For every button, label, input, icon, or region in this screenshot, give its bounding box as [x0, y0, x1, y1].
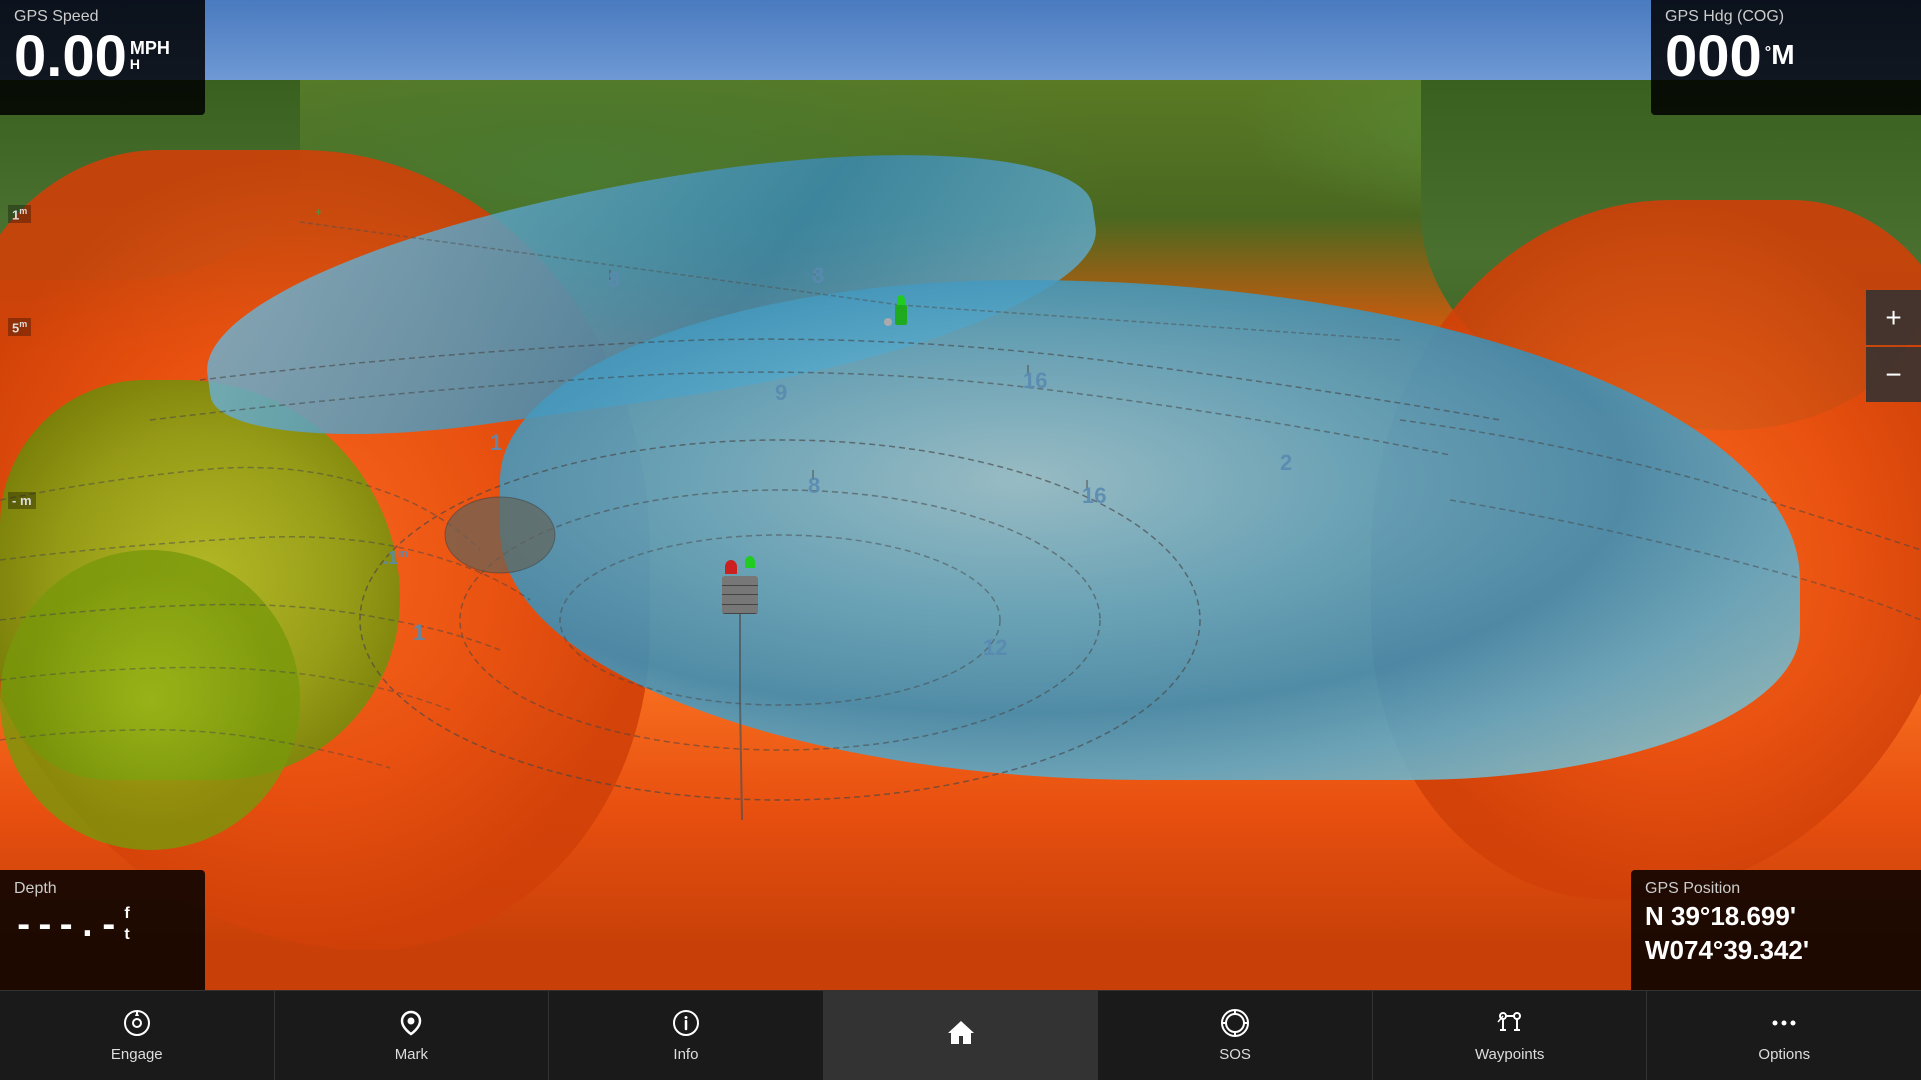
- scale-marker-5m: 5m: [8, 318, 31, 336]
- depth-panel: Depth ---.- f t: [0, 870, 205, 990]
- mark-label: Mark: [395, 1046, 428, 1063]
- depth-unit: f t: [124, 904, 129, 946]
- depth-label-9: 9: [775, 380, 787, 406]
- scale-marker-dash: - m: [8, 492, 36, 509]
- nav-item-info[interactable]: Info: [549, 991, 824, 1080]
- nav-item-sos[interactable]: SOS: [1098, 991, 1373, 1080]
- waypoint-marker-upper: +: [315, 205, 322, 219]
- buoy-connector: [884, 318, 892, 326]
- options-label: Options: [1758, 1046, 1810, 1063]
- gps-speed-value: 0.00: [14, 28, 127, 86]
- info-label: Info: [673, 1046, 698, 1063]
- nav-item-options[interactable]: Options: [1647, 991, 1921, 1080]
- waypoints-icon: [1495, 1008, 1525, 1042]
- gps-speed-unit: MPH H: [130, 38, 170, 72]
- depth-label-8b: 8: [812, 263, 824, 289]
- depth-label-1b: 1: [413, 620, 425, 646]
- zoom-in-button[interactable]: +: [1866, 290, 1921, 345]
- zoom-out-button[interactable]: −: [1866, 347, 1921, 402]
- bottom-nav-bar: Engage Mark Info: [0, 990, 1921, 1080]
- gps-speed-value-container: 0.00 MPH H: [14, 28, 191, 86]
- engage-label: Engage: [111, 1046, 163, 1063]
- vessel-icon: [720, 560, 760, 620]
- depth-label-8c: 8: [808, 473, 820, 499]
- nav-item-waypoints[interactable]: Waypoints: [1373, 991, 1648, 1080]
- home-icon: [946, 1017, 976, 1051]
- gps-speed-panel: GPS Speed 0.00 MPH H: [0, 0, 205, 115]
- gps-position-panel: GPS Position N 39°18.699' W074°39.342': [1631, 870, 1921, 990]
- green-buoy-marker: [893, 295, 909, 330]
- engage-icon: [122, 1008, 152, 1042]
- gps-position-lat: N 39°18.699': [1645, 900, 1907, 934]
- gps-position-title: GPS Position: [1645, 880, 1907, 898]
- depth-label-1a: 1: [490, 430, 502, 456]
- nav-item-home[interactable]: [824, 991, 1099, 1080]
- sos-label: SOS: [1219, 1046, 1251, 1063]
- depth-value: ---.-: [14, 906, 120, 944]
- gps-heading-value: 000: [1665, 28, 1762, 86]
- nav-item-engage[interactable]: Engage: [0, 991, 275, 1080]
- sos-icon: [1220, 1008, 1250, 1042]
- depth-label-01: .1m: [383, 548, 408, 569]
- depth-value-display: ---.- f t: [14, 904, 191, 946]
- gps-heading-unit: °M: [1765, 38, 1795, 72]
- info-icon: [671, 1008, 701, 1042]
- options-icon: [1769, 1008, 1799, 1042]
- nav-item-mark[interactable]: Mark: [275, 991, 550, 1080]
- gps-heading-value-container: 000 °M: [1665, 28, 1907, 86]
- zoom-controls: + −: [1866, 290, 1921, 402]
- map-container[interactable]: 1 9 8 8 16 8 2 16 12 1 .1m 1m 5m - m +: [0, 0, 1921, 990]
- gps-heading-panel: GPS Hdg (COG) 000 °M: [1651, 0, 1921, 115]
- waypoints-label: Waypoints: [1475, 1046, 1544, 1063]
- depth-label-12: 12: [983, 635, 1007, 661]
- depth-label-16a: 16: [1023, 368, 1047, 394]
- depth-label-2: 2: [1280, 450, 1292, 476]
- depth-label-8a: 8: [608, 267, 620, 293]
- mark-icon: [396, 1008, 426, 1042]
- depth-title: Depth: [14, 880, 191, 898]
- scale-marker-1m: 1m: [8, 205, 31, 223]
- depth-label-16b: 16: [1082, 483, 1106, 509]
- gps-position-lon: W074°39.342': [1645, 934, 1907, 968]
- contour-lines-svg: [0, 0, 1921, 990]
